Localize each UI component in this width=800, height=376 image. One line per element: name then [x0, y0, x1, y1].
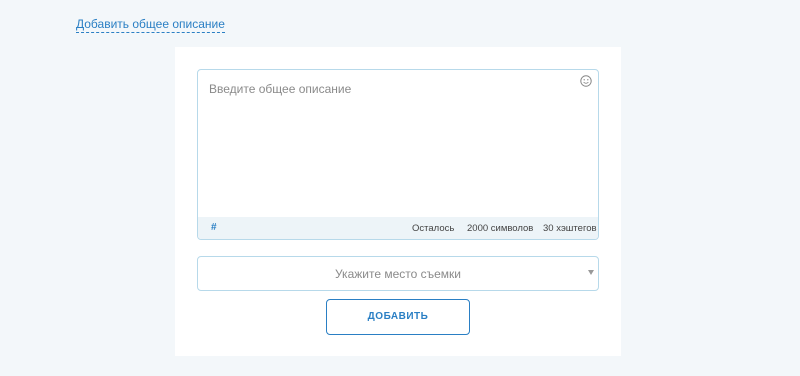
description-panel: # Осталось 2000 символов 30 хэштегов Ука…	[175, 47, 621, 356]
chevron-down-icon	[588, 270, 594, 275]
add-button[interactable]: ДОБАВИТЬ	[326, 299, 470, 335]
remaining-label: Осталось	[412, 223, 455, 234]
hashtags-remaining: 30 хэштегов	[543, 223, 597, 234]
description-textarea[interactable]	[198, 70, 598, 220]
editor-footer: # Осталось 2000 символов 30 хэштегов	[198, 217, 598, 239]
location-placeholder: Укажите место съемки	[334, 267, 462, 281]
location-select[interactable]: Укажите место съемки	[197, 256, 599, 291]
add-description-link[interactable]: Добавить общее описание	[76, 17, 225, 33]
smiley-icon[interactable]	[580, 74, 592, 87]
description-editor: # Осталось 2000 символов 30 хэштегов	[197, 69, 599, 240]
hash-icon[interactable]: #	[211, 222, 217, 233]
chars-remaining: 2000 символов	[467, 223, 534, 234]
